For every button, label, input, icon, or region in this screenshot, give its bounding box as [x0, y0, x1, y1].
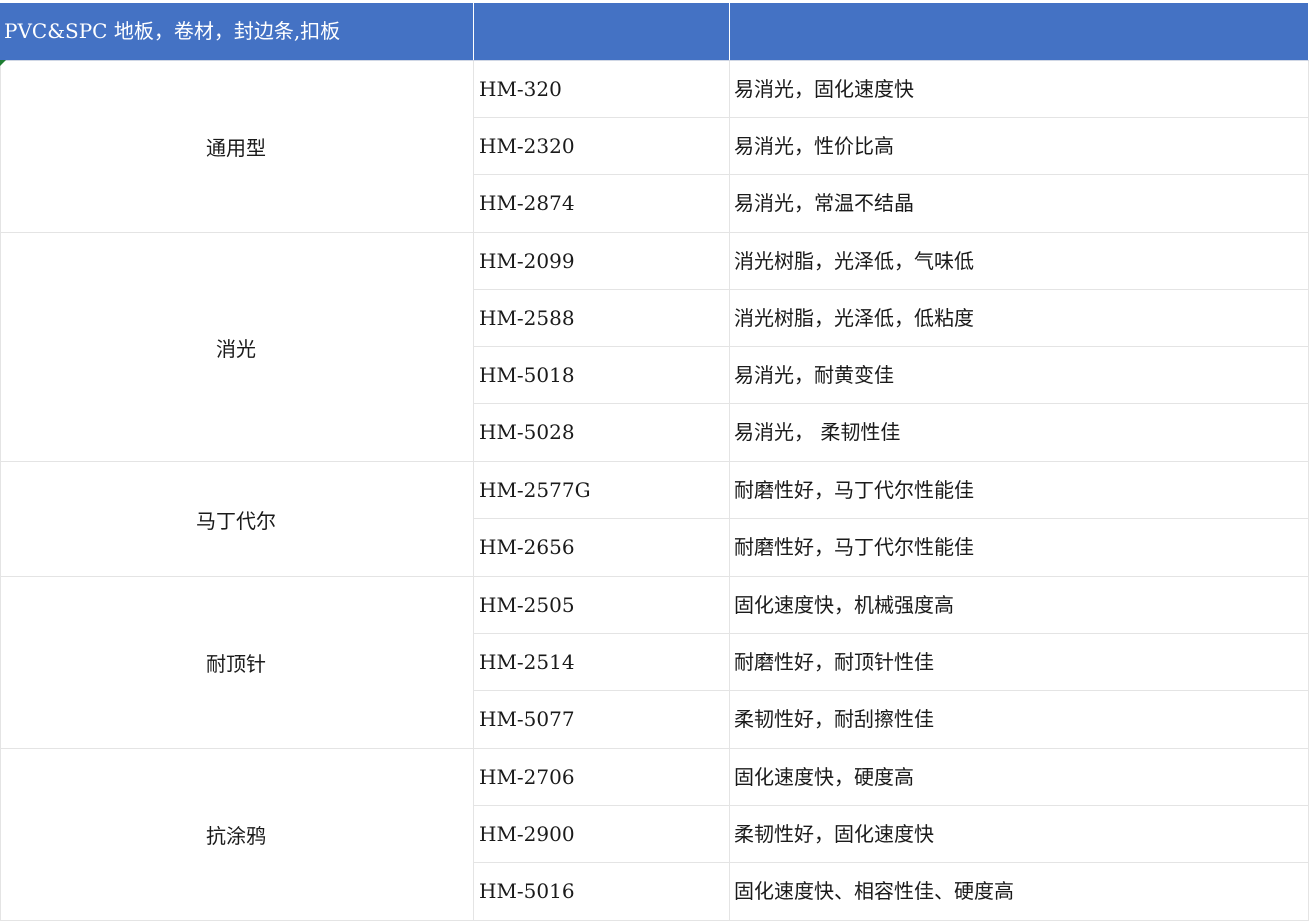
product-description-cell[interactable]: 易消光，性价比高 — [730, 118, 1309, 174]
category-cell[interactable]: 通用型 — [0, 61, 474, 232]
product-code-cell[interactable]: HM-2577G — [474, 462, 730, 518]
header-row: PVC&SPC 地板，卷材，封边条,扣板 — [0, 3, 1309, 61]
product-description-cell[interactable]: 耐磨性好，耐顶针性佳 — [730, 634, 1309, 690]
header-cell-category[interactable]: PVC&SPC 地板，卷材，封边条,扣板 — [0, 3, 474, 60]
spreadsheet: PVC&SPC 地板，卷材，封边条,扣板 通用型 HM-320 易消光，固化速度… — [0, 3, 1309, 921]
table-row: HM-2577G 耐磨性好，马丁代尔性能佳 — [474, 462, 1309, 519]
table-row: HM-2588 消光树脂，光泽低，低粘度 — [474, 290, 1309, 347]
product-code-cell[interactable]: HM-2320 — [474, 118, 730, 174]
product-description-cell[interactable]: 固化速度快，硬度高 — [730, 749, 1309, 805]
product-description-cell[interactable]: 柔韧性好，耐刮擦性佳 — [730, 691, 1309, 748]
category-cell[interactable]: 耐顶针 — [0, 577, 474, 748]
product-description-cell[interactable]: 柔韧性好，固化速度快 — [730, 806, 1309, 862]
product-code-cell[interactable]: HM-2514 — [474, 634, 730, 690]
header-cell-code[interactable] — [474, 3, 730, 60]
product-code-cell[interactable]: HM-2900 — [474, 806, 730, 862]
product-rows: HM-2505 固化速度快，机械强度高 HM-2514 耐磨性好，耐顶针性佳 H… — [474, 577, 1309, 748]
category-group: 抗涂鸦 HM-2706 固化速度快，硬度高 HM-2900 柔韧性好，固化速度快… — [0, 749, 1309, 921]
table-row: HM-5018 易消光，耐黄变佳 — [474, 347, 1309, 404]
table-row: HM-2320 易消光，性价比高 — [474, 118, 1309, 175]
category-cell[interactable]: 抗涂鸦 — [0, 749, 474, 920]
table-row: HM-2656 耐磨性好，马丁代尔性能佳 — [474, 519, 1309, 576]
category-group: 消光 HM-2099 消光树脂，光泽低，气味低 HM-2588 消光树脂，光泽低… — [0, 233, 1309, 462]
product-code-cell[interactable]: HM-2874 — [474, 175, 730, 232]
category-cell[interactable]: 消光 — [0, 233, 474, 461]
product-description-cell[interactable]: 固化速度快、相容性佳、硬度高 — [730, 863, 1309, 920]
table-row: HM-5016 固化速度快、相容性佳、硬度高 — [474, 863, 1309, 920]
product-description-cell[interactable]: 耐磨性好，马丁代尔性能佳 — [730, 462, 1309, 518]
table-row: HM-320 易消光，固化速度快 — [474, 61, 1309, 118]
category-group: 通用型 HM-320 易消光，固化速度快 HM-2320 易消光，性价比高 HM… — [0, 61, 1309, 233]
product-code-cell[interactable]: HM-5028 — [474, 404, 730, 461]
product-code-cell[interactable]: HM-2588 — [474, 290, 730, 346]
product-description-cell[interactable]: 易消光，固化速度快 — [730, 61, 1309, 117]
product-description-cell[interactable]: 固化速度快，机械强度高 — [730, 577, 1309, 633]
product-rows: HM-2577G 耐磨性好，马丁代尔性能佳 HM-2656 耐磨性好，马丁代尔性… — [474, 462, 1309, 576]
product-code-cell[interactable]: HM-2706 — [474, 749, 730, 805]
product-description-cell[interactable]: 消光树脂，光泽低，低粘度 — [730, 290, 1309, 346]
table-row: HM-2874 易消光，常温不结晶 — [474, 175, 1309, 232]
product-code-cell[interactable]: HM-2656 — [474, 519, 730, 576]
header-cell-description[interactable] — [730, 3, 1309, 60]
product-code-cell[interactable]: HM-2505 — [474, 577, 730, 633]
table-row: HM-2505 固化速度快，机械强度高 — [474, 577, 1309, 634]
product-rows: HM-2706 固化速度快，硬度高 HM-2900 柔韧性好，固化速度快 HM-… — [474, 749, 1309, 920]
cell-comment-indicator-icon — [0, 60, 6, 66]
table-row: HM-2514 耐磨性好，耐顶针性佳 — [474, 634, 1309, 691]
product-code-cell[interactable]: HM-5077 — [474, 691, 730, 748]
product-description-cell[interactable]: 耐磨性好，马丁代尔性能佳 — [730, 519, 1309, 576]
product-description-cell[interactable]: 易消光， 柔韧性佳 — [730, 404, 1309, 461]
table-row: HM-2706 固化速度快，硬度高 — [474, 749, 1309, 806]
product-code-cell[interactable]: HM-2099 — [474, 233, 730, 289]
product-description-cell[interactable]: 易消光，耐黄变佳 — [730, 347, 1309, 403]
category-cell[interactable]: 马丁代尔 — [0, 462, 474, 576]
product-rows: HM-2099 消光树脂，光泽低，气味低 HM-2588 消光树脂，光泽低，低粘… — [474, 233, 1309, 461]
table-row: HM-2900 柔韧性好，固化速度快 — [474, 806, 1309, 863]
product-code-cell[interactable]: HM-320 — [474, 61, 730, 117]
table-row: HM-5028 易消光， 柔韧性佳 — [474, 404, 1309, 461]
category-group: 马丁代尔 HM-2577G 耐磨性好，马丁代尔性能佳 HM-2656 耐磨性好，… — [0, 462, 1309, 577]
table-row: HM-2099 消光树脂，光泽低，气味低 — [474, 233, 1309, 290]
category-group: 耐顶针 HM-2505 固化速度快，机械强度高 HM-2514 耐磨性好，耐顶针… — [0, 577, 1309, 749]
product-description-cell[interactable]: 消光树脂，光泽低，气味低 — [730, 233, 1309, 289]
product-description-cell[interactable]: 易消光，常温不结晶 — [730, 175, 1309, 232]
product-code-cell[interactable]: HM-5016 — [474, 863, 730, 920]
product-rows: HM-320 易消光，固化速度快 HM-2320 易消光，性价比高 HM-287… — [474, 61, 1309, 232]
table-row: HM-5077 柔韧性好，耐刮擦性佳 — [474, 691, 1309, 748]
product-code-cell[interactable]: HM-5018 — [474, 347, 730, 403]
